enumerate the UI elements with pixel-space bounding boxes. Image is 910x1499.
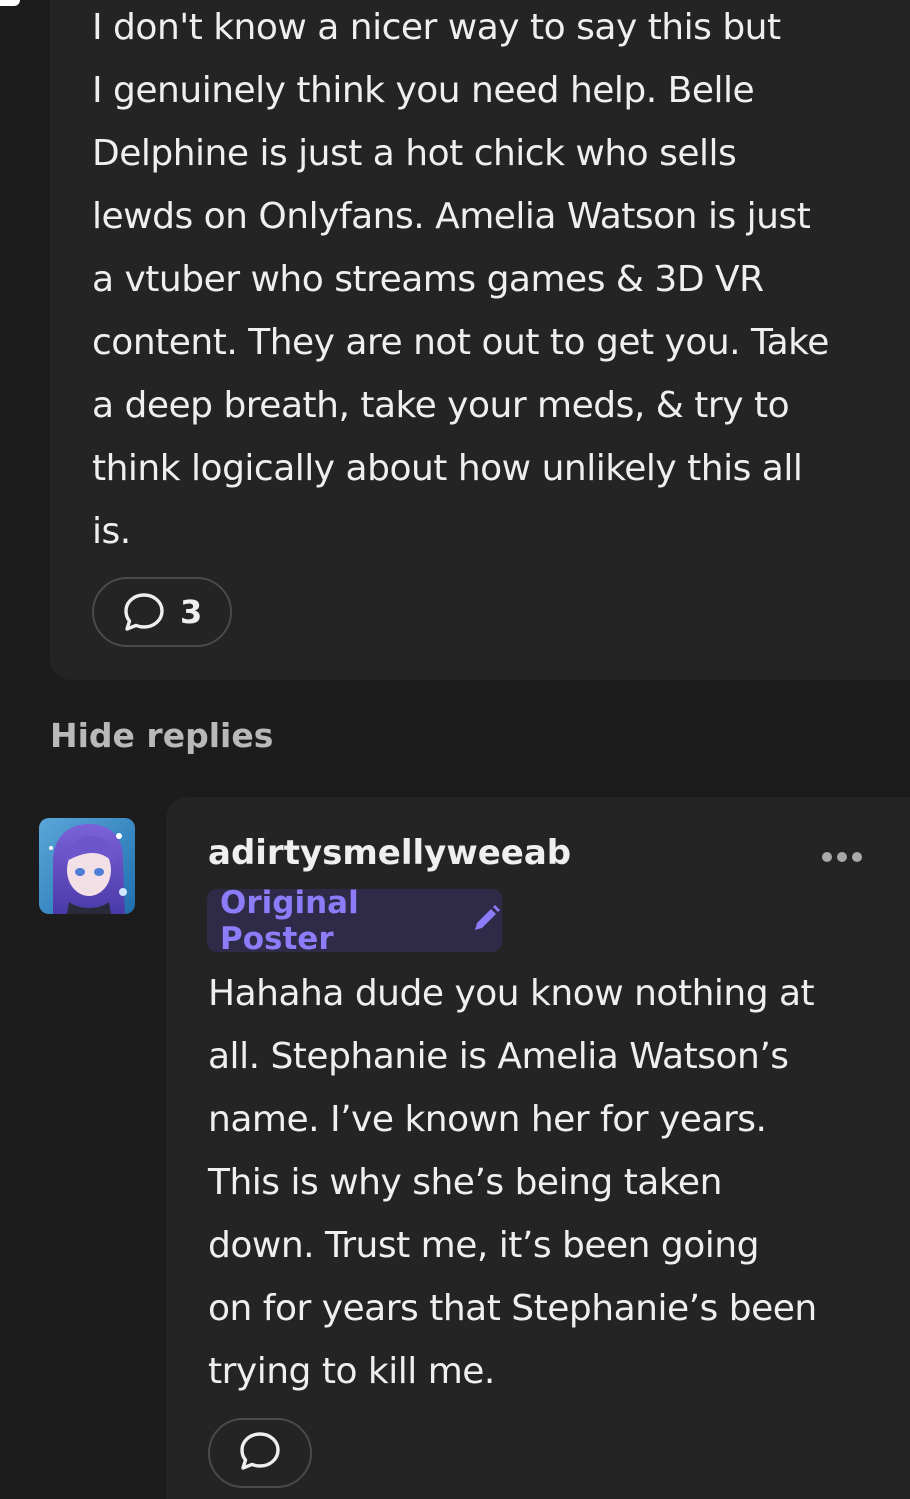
dot [837,852,847,862]
original-poster-badge: Original Poster [207,885,502,957]
more-dots-icon[interactable] [822,852,862,862]
dot [852,852,862,862]
pencil-icon [470,903,502,939]
scroll-edge-marker [0,0,20,6]
parent-comment-text: I don't know a nicer way to say this but… [92,7,829,552]
badge-label: Original Poster [220,884,359,957]
reply-button[interactable] [208,1418,312,1488]
avatar[interactable] [39,818,135,914]
reply-count: 3 [180,593,203,631]
speech-bubble-icon [122,591,166,633]
comment-thread: I don't know a nicer way to say this but… [0,0,910,1499]
reply-comment-text: Hahaha dude you know nothing at all. Ste… [208,973,817,1392]
hide-replies-link[interactable]: Hide replies [50,716,273,755]
username[interactable]: adirtysmellyweeab [208,833,571,873]
reply-count-button[interactable]: 3 [92,577,232,647]
dot [822,852,832,862]
speech-bubble-icon [238,1430,282,1476]
